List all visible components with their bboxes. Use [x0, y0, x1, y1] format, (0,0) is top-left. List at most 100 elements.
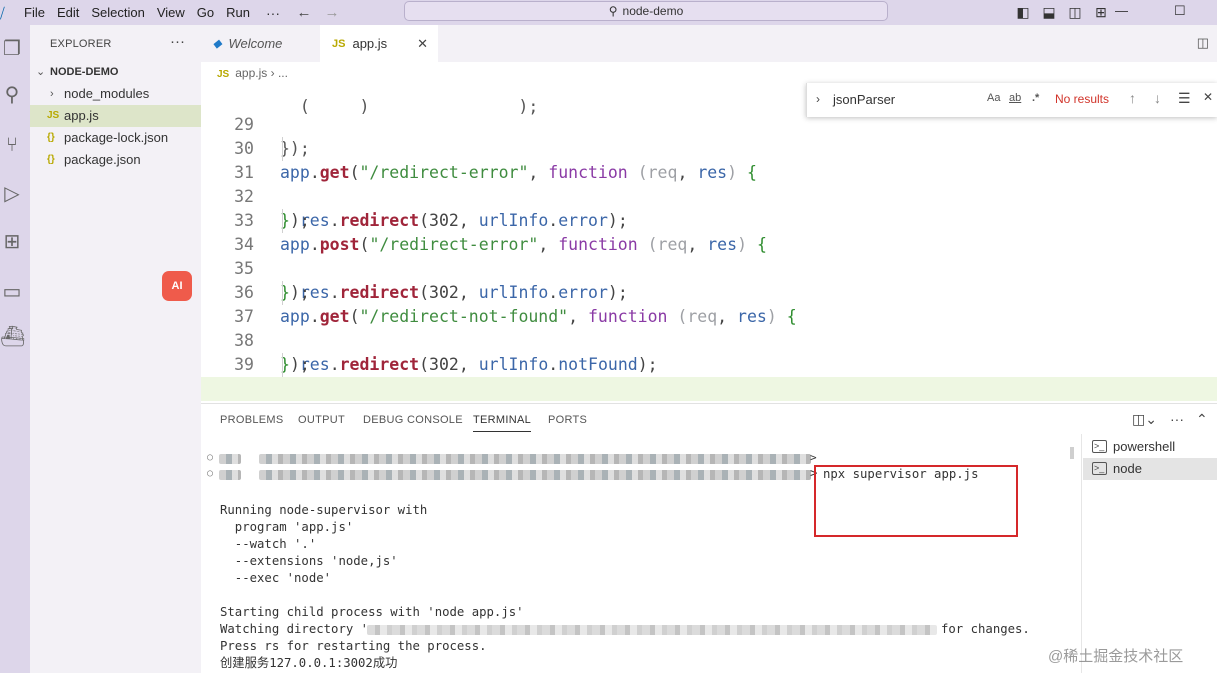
match-case-toggle[interactable]: Aa [987, 92, 1000, 104]
more-actions-icon[interactable]: ··· [1170, 411, 1184, 427]
menu-go[interactable]: Go [191, 0, 220, 25]
menu-view[interactable]: View [151, 0, 191, 25]
explorer-sidebar: EXPLORER ··· ⌄ NODE-DEMO › node_modules … [30, 25, 201, 673]
close-icon[interactable]: ✕ [417, 36, 428, 52]
chevron-right-icon: › [50, 88, 54, 100]
vscode-logo-icon: ◆ [213, 38, 222, 50]
tab-ports[interactable]: PORTS [548, 414, 587, 426]
terminal-line: --exec 'node' [220, 571, 332, 585]
maximize-panel-chevron-up-icon[interactable]: ⌃ [1196, 411, 1208, 428]
tab-app-js[interactable]: JS app.js ✕ [320, 25, 438, 62]
toggle-replace-chevron-icon[interactable]: › [816, 92, 820, 106]
menu-run[interactable]: Run [220, 0, 256, 25]
terminal-output[interactable]: ○ ○ > > npx supervisor app.js Running no… [201, 440, 1081, 673]
terminal-item-label: node [1113, 461, 1142, 476]
terminal-list: >_ powershell >_ node [1081, 434, 1217, 673]
explorer-title: EXPLORER [50, 38, 112, 50]
whole-word-toggle[interactable]: ab [1009, 92, 1021, 104]
forward-arrow-icon[interactable]: → [318, 4, 346, 21]
terminal-line-suffix: for changes. [941, 622, 1030, 636]
extensions-icon[interactable]: ⊞ [0, 230, 24, 254]
explorer-more-button[interactable]: ··· [170, 33, 185, 50]
terminal-item-node[interactable]: >_ node [1083, 458, 1217, 480]
menu-selection[interactable]: Selection [85, 0, 150, 25]
breadcrumb-rest[interactable]: › ... [271, 66, 288, 80]
find-widget: › jsonParser Aa ab .* No results ↑ ↓ ☰ ✕ [806, 83, 1217, 117]
redacted-text [219, 470, 241, 480]
find-result-status: No results [1055, 92, 1110, 106]
terminal-line: Running node-supervisor with [220, 503, 428, 517]
js-file-icon: JS [332, 37, 346, 50]
tree-item-package-json[interactable]: {} package.json [30, 149, 201, 171]
search-icon: ⚲ [608, 4, 618, 18]
redacted-text [259, 470, 811, 480]
customize-layout-icon[interactable]: ⊞ [1090, 4, 1112, 21]
terminal-scrollbar[interactable] [1070, 447, 1074, 459]
menu-more-button[interactable]: ··· [256, 5, 290, 21]
breadcrumb: JS app.js › ... [201, 62, 1217, 84]
chevron-down-icon: ⌄ [36, 66, 46, 78]
json-file-icon: {} [47, 154, 55, 165]
tree-root-node-demo[interactable]: ⌄ NODE-DEMO [30, 61, 201, 83]
title-bar: ⧸ File Edit Selection View Go Run ··· ← … [0, 0, 1217, 25]
command-center-search[interactable]: ⚲ node-demo [404, 1, 888, 21]
next-match-arrow-icon[interactable]: ↓ [1154, 90, 1161, 106]
tab-debug-console[interactable]: DEBUG CONSOLE [363, 414, 463, 426]
layout-controls: ◧ ⬓ ◫ ⊞ [1012, 0, 1112, 25]
tree-item-app-js[interactable]: JS app.js [30, 105, 201, 127]
code-line: 31 res.redirect(302, urlInfo.error); [201, 137, 1217, 230]
tree-item-node-modules[interactable]: › node_modules [30, 83, 201, 105]
tree-item-package-lock-json[interactable]: {} package-lock.json [30, 127, 201, 149]
ai-assistant-button[interactable]: AI [162, 271, 192, 301]
close-icon[interactable]: ✕ [1203, 90, 1213, 104]
command-decoration-icon: ○ [207, 452, 214, 463]
explorer-files-icon[interactable]: ❐ [0, 37, 24, 61]
source-control-icon[interactable]: ⑂ [0, 133, 24, 157]
command-center-label: node-demo [622, 4, 684, 18]
search-icon[interactable]: ⚲ [0, 83, 24, 107]
code-editor[interactable]: ( ) ); 29 }); 30 app.get("/redirect-erro… [201, 84, 1217, 403]
terminal-line: program 'app.js' [220, 520, 354, 534]
remote-explorer-icon[interactable]: ▭ [0, 280, 24, 304]
find-in-selection-icon[interactable]: ☰ [1178, 90, 1191, 107]
minimize-button[interactable]: — [1115, 0, 1128, 25]
code-line: 39 app.post("/redirect-not-found", funct… [201, 329, 1217, 398]
regex-toggle[interactable]: .* [1032, 92, 1039, 104]
toggle-primary-sidebar-icon[interactable]: ◧ [1012, 4, 1034, 21]
menu-edit[interactable]: Edit [51, 0, 85, 25]
toggle-secondary-sidebar-icon[interactable]: ◫ [1064, 4, 1086, 21]
editor-tabs: ◆ Welcome JS app.js ✕ ◫ [201, 25, 1217, 62]
previous-match-arrow-icon[interactable]: ↑ [1129, 90, 1136, 106]
terminal-item-powershell[interactable]: >_ powershell [1083, 436, 1217, 458]
tree-item-label: package.json [64, 152, 141, 167]
run-debug-icon[interactable]: ▷ [0, 182, 24, 206]
code-line: 35 }); [201, 233, 1217, 302]
split-editor-icon[interactable]: ◫ [1197, 35, 1209, 51]
terminal-line: Watching directory ' [220, 622, 369, 636]
terminal-line: Starting child process with 'node app.js… [220, 605, 524, 619]
editor-area: ◆ Welcome JS app.js ✕ ◫ JS app.js › ... (… [201, 25, 1217, 403]
terminal-line: --watch '.' [220, 537, 317, 551]
tab-terminal[interactable]: TERMINAL [473, 414, 532, 432]
docker-icon[interactable]: ⛴ [0, 325, 25, 349]
find-input[interactable]: jsonParser [833, 89, 1033, 111]
maximize-button[interactable]: ☐ [1174, 0, 1186, 25]
code-line: 34 res.redirect(302, urlInfo.error); [201, 209, 1217, 302]
tab-problems[interactable]: PROBLEMS [220, 414, 284, 426]
split-terminal-icon[interactable]: ◫⌄ [1132, 411, 1157, 428]
breadcrumb-file[interactable]: app.js [235, 66, 267, 80]
back-arrow-icon[interactable]: ← [290, 4, 318, 21]
tab-label: Welcome [228, 36, 283, 51]
tree-root-label: NODE-DEMO [50, 66, 119, 78]
tree-item-label: node_modules [64, 86, 150, 101]
json-file-icon: {} [47, 132, 55, 143]
command-decoration-icon: ○ [207, 468, 214, 479]
redacted-text [219, 454, 241, 464]
menu-file[interactable]: File [18, 0, 51, 25]
code-line: 40 res.redirect(302, urlInfo.notFound); [201, 353, 1217, 398]
tab-welcome[interactable]: ◆ Welcome [201, 25, 319, 62]
toggle-panel-icon[interactable]: ⬓ [1038, 4, 1060, 21]
terminal-line: 创建服务127.0.0.1:3002成功 [220, 656, 398, 670]
terminal-line: --extensions 'node,js' [220, 554, 398, 568]
tab-output[interactable]: OUTPUT [298, 414, 345, 426]
